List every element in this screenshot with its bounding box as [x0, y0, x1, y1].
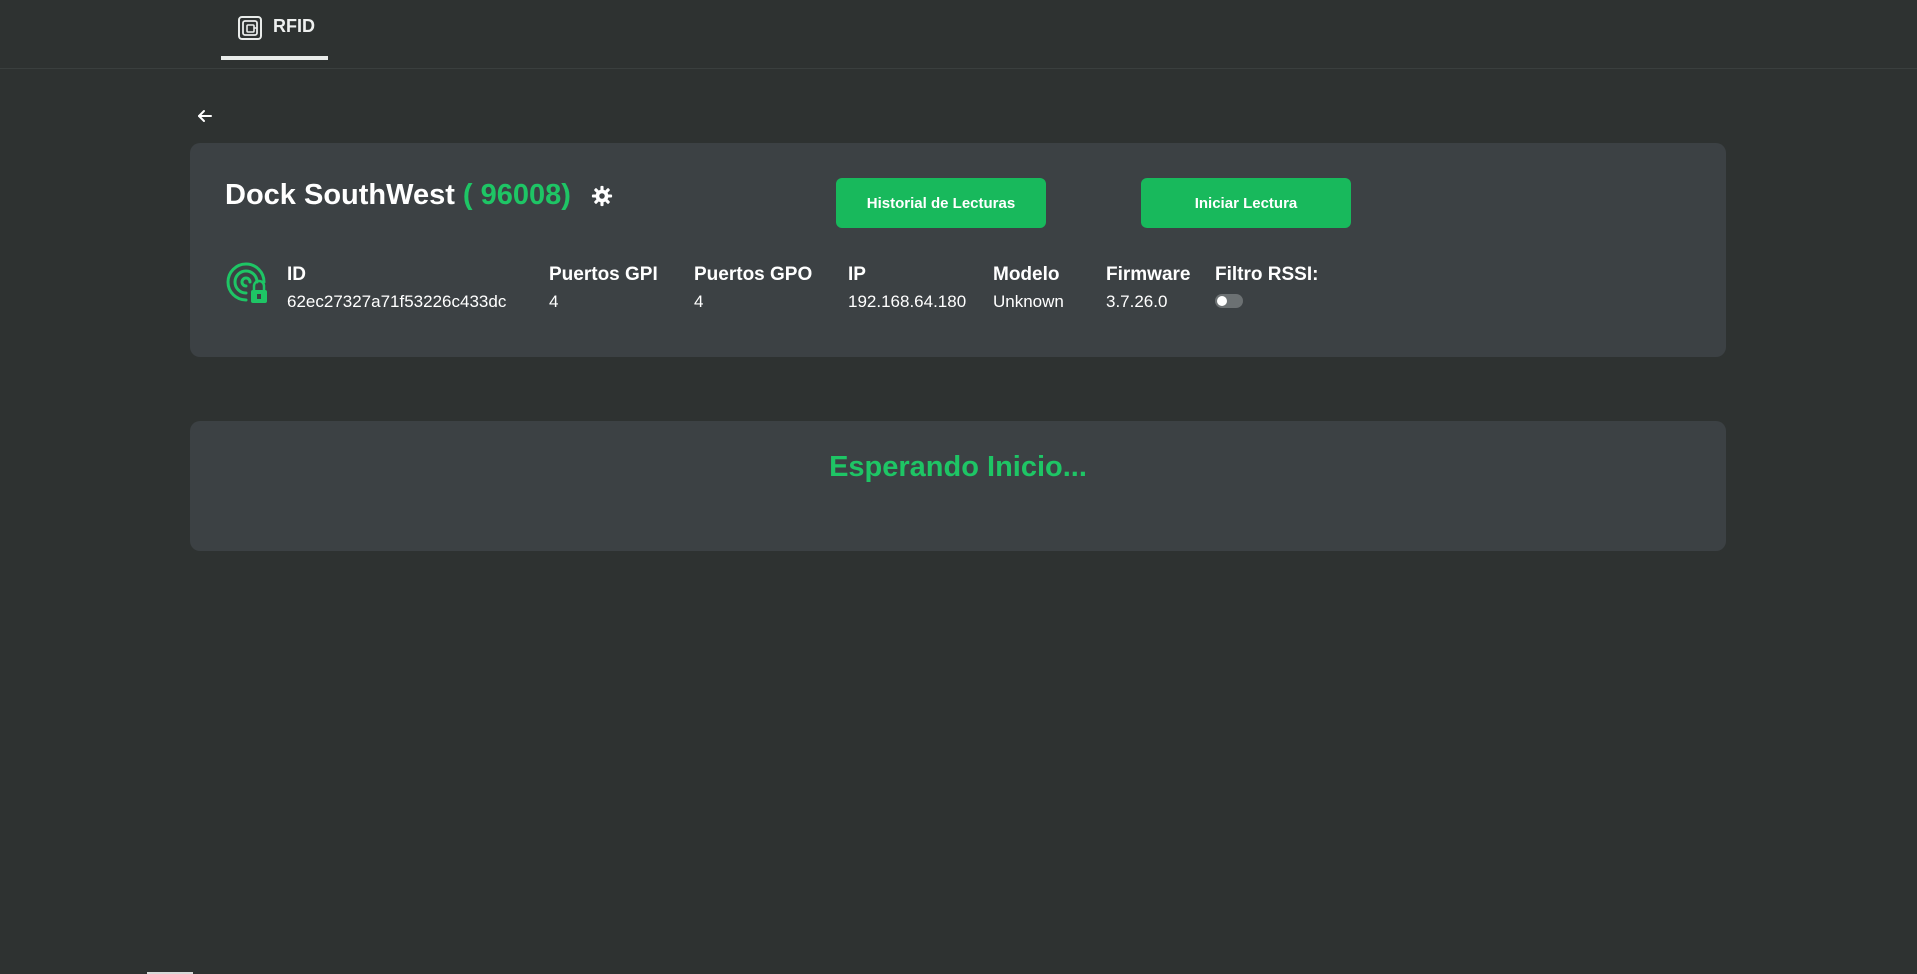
field-gpo-value: 4 — [694, 292, 704, 311]
reader-title: Dock SouthWest ( 96008) — [225, 179, 613, 212]
field-model: Modelo Unknown — [993, 264, 1064, 312]
tab-rfid[interactable]: RFID — [221, 0, 328, 60]
arrow-left-icon[interactable] — [195, 106, 215, 126]
reading-history-button[interactable]: Historial de Lecturas — [836, 178, 1046, 228]
field-firmware-label: Firmware — [1106, 264, 1191, 285]
reader-name: Dock SouthWest — [225, 179, 455, 211]
field-model-value: Unknown — [993, 292, 1064, 311]
field-gpi-value: 4 — [549, 292, 559, 311]
field-id-label: ID — [287, 264, 306, 285]
reader-code: ( 96008) — [462, 179, 571, 211]
field-gpo: Puertos GPO 4 — [694, 264, 812, 312]
field-gpi-label: Puertos GPI — [549, 264, 658, 285]
rfid-chip-icon — [238, 16, 262, 40]
status-message: Esperando Inicio... — [829, 451, 1087, 483]
field-id-value: 62ec27327a71f53226c433dc — [287, 292, 507, 311]
field-model-label: Modelo — [993, 264, 1060, 285]
reader-card: Dock SouthWest ( 96008) Historial de Lec… — [190, 143, 1726, 357]
field-ip: IP 192.168.64.180 — [848, 264, 966, 312]
tab-rfid-label: RFID — [273, 15, 315, 36]
field-ip-value: 192.168.64.180 — [848, 292, 967, 311]
field-gpi: Puertos GPI 4 — [549, 264, 658, 312]
field-firmware-value: 3.7.26.0 — [1106, 292, 1168, 311]
gear-icon[interactable] — [591, 185, 613, 207]
field-firmware: Firmware 3.7.26.0 — [1106, 264, 1190, 312]
status-card: Esperando Inicio... — [190, 421, 1726, 551]
field-gpo-label: Puertos GPO — [694, 264, 813, 285]
rfid-reader-lock-icon — [226, 262, 267, 303]
toggle-knob — [1217, 296, 1227, 306]
rssi-filter-toggle[interactable] — [1215, 294, 1243, 308]
top-nav-bar: RFID — [0, 0, 1917, 69]
field-id: ID 62ec27327a71f53226c433dc — [287, 264, 506, 312]
start-reading-button[interactable]: Iniciar Lectura — [1141, 178, 1351, 228]
field-ip-label: IP — [848, 264, 866, 285]
field-rssi-filter: Filtro RSSI: — [1215, 264, 1318, 308]
field-rssi-filter-label: Filtro RSSI: — [1215, 264, 1319, 285]
